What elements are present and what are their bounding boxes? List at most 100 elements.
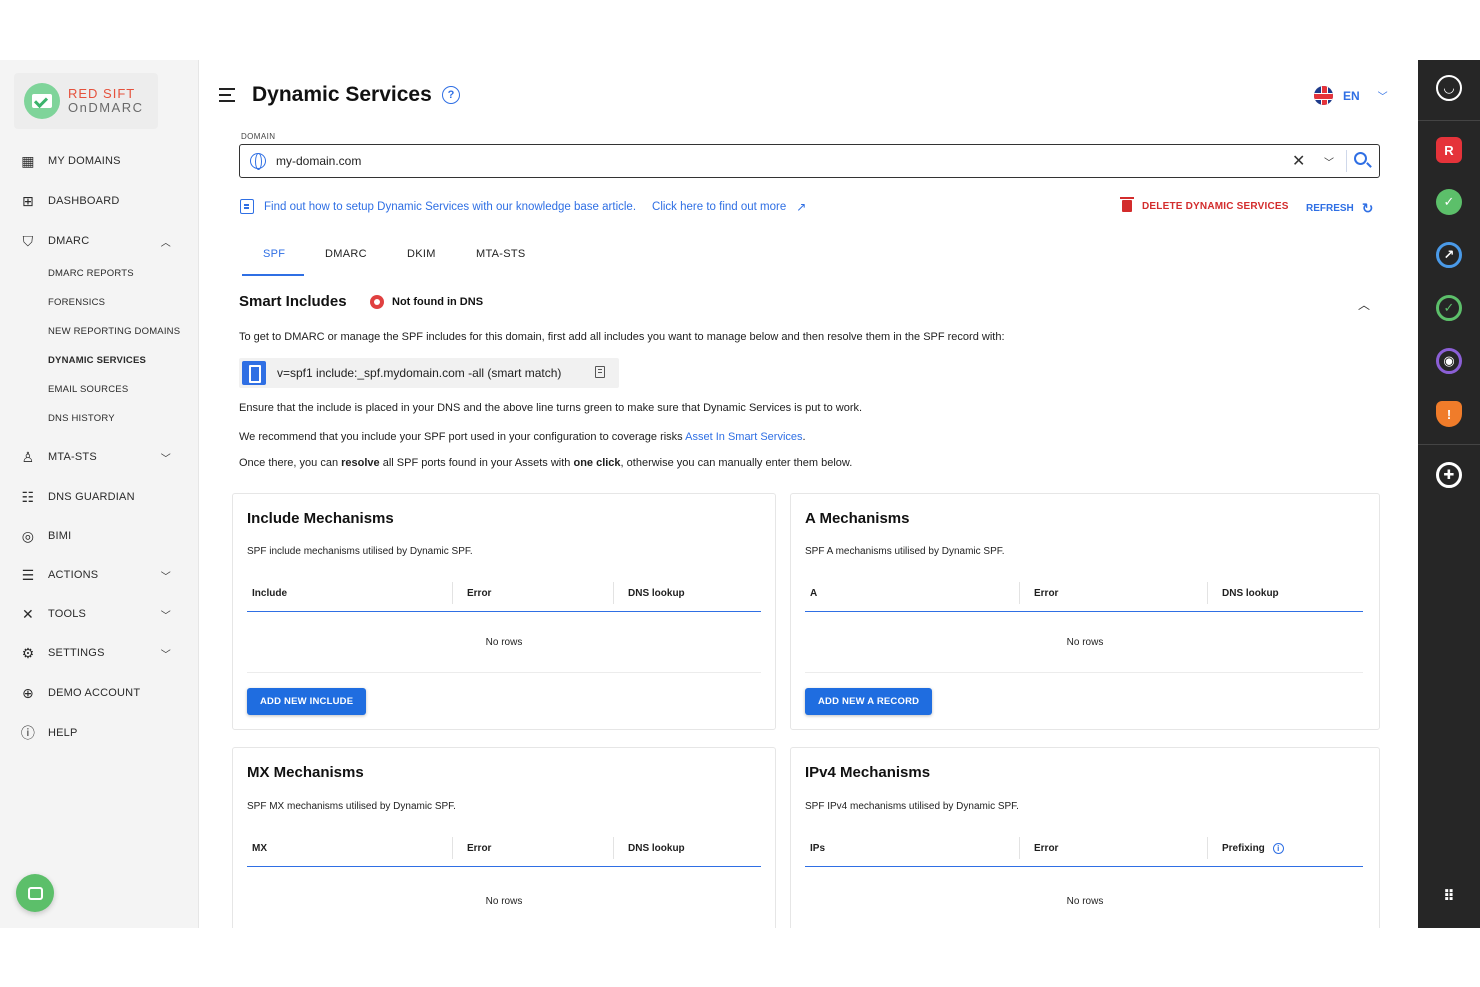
card-title: IPv4 Mechanisms [805,764,931,781]
column-header[interactable]: Error [1019,582,1058,604]
kb-article-link[interactable]: Find out how to setup Dynamic Services w… [264,201,636,213]
asm-icon[interactable]: ◉ [1436,348,1462,374]
chevron-down-icon[interactable]: ﹀ [161,568,171,583]
column-header[interactable]: Include [247,588,287,610]
logo[interactable]: RED SIFT OnDMARC [14,73,158,129]
column-header[interactable]: DNS lookup [1207,582,1279,604]
chat-icon [27,886,43,900]
column-header[interactable]: IPs [805,843,825,865]
record-icon [242,361,266,385]
sidebar-item-demo-account[interactable]: ⊕ DEMO ACCOUNT [18,681,183,705]
chevron-down-icon[interactable]: ﹀ [161,646,171,661]
ensure-text: Ensure that the include is placed in you… [239,402,863,414]
tab-dkim[interactable]: DKIM [407,248,436,260]
chevron-down-icon[interactable]: ﹀ [161,607,171,622]
sidebar-subitem-dmarc-reports[interactable]: DMARC REPORTS [48,268,134,279]
add-new-a-record-button[interactable]: ADD NEW A RECORD [805,688,933,715]
logo-line1: RED SIFT [68,86,136,101]
find-out-more-link[interactable]: Click here to find out more [652,201,786,213]
sidebar-item-help[interactable]: ⓘ HELP [18,721,183,745]
column-header[interactable]: Error [452,582,491,604]
search-icon[interactable] [1354,152,1367,165]
sidebar-item-mta-sts[interactable]: ♙ MTA-STS ﹀ [18,445,183,469]
domain-label: DOMAIN [241,132,276,141]
delete-dynamic-services-button[interactable]: DELETE DYNAMIC SERVICES [1120,197,1289,212]
page-title: Dynamic Services [252,83,432,106]
shield-orange-icon[interactable]: ! [1436,401,1462,427]
sidebar-subitem-new-reporting-domains[interactable]: NEW REPORTING DOMAINS [48,326,180,337]
asset-smart-services-link[interactable]: Asset In Smart Services [685,431,802,443]
sidebar-item-my-domains[interactable]: ▦ MY DOMAINS [18,149,183,173]
language-selector[interactable]: EN ﹀ [1314,86,1388,105]
column-header[interactable]: Error [452,837,491,859]
column-header[interactable]: DNS lookup [613,582,685,604]
sidebar-item-dashboard[interactable]: ⊞ DASHBOARD [18,189,183,213]
menu-toggle-icon[interactable] [219,87,239,103]
sidebar-item-dns-guardian[interactable]: ☷ DNS GUARDIAN [18,485,183,509]
chevron-up-icon[interactable]: ︿ [161,234,171,249]
brand-trust-icon[interactable]: ↗ [1436,242,1462,268]
sidebar-item-label: DMARC [48,235,90,247]
smart-intro-text: To get to DMARC or manage the SPF includ… [239,331,1005,343]
divider [1418,444,1480,445]
sidebar-item-actions[interactable]: ☰ ACTIONS ﹀ [18,563,183,587]
sidebar: RED SIFT OnDMARC ▦ MY DOMAINS ⊞ DASHBOAR… [0,60,199,928]
help-question-icon[interactable]: ? [442,86,460,104]
column-header[interactable]: A [805,588,817,610]
shield-icon: ⛉ [22,232,34,249]
external-link-icon[interactable]: ↗ [796,200,806,214]
tabs: SPF DMARC DKIM MTA-STS [242,240,642,276]
trash-icon [1120,197,1134,212]
support-icon[interactable]: ✚ [1436,462,1462,488]
main-content: Dynamic Services ? EN ﹀ DOMAIN my-domain… [200,60,1418,928]
uk-flag-icon [1314,86,1333,105]
demo-account-icon: ⊕ [22,684,34,701]
copy-icon[interactable] [595,366,605,378]
sidebar-item-label: MY DOMAINS [48,155,121,167]
domain-value[interactable]: my-domain.com [276,154,361,168]
logo-mark-icon [24,83,60,119]
empty-state: No rows [485,896,523,907]
chevron-down-icon[interactable]: ﹀ [161,450,171,465]
apps-grid-icon[interactable]: ⠿ [1436,883,1462,909]
domain-select[interactable]: my-domain.com ✕ ﹀ [239,144,1380,178]
clear-icon[interactable]: ✕ [1292,151,1305,171]
sidebar-item-settings[interactable]: ⚙ SETTINGS ﹀ [18,641,183,665]
divider [805,672,1363,673]
column-header-prefixing[interactable]: Prefixing i [1207,837,1284,859]
column-header[interactable]: DNS lookup [613,837,685,859]
tab-spf[interactable]: SPF [263,248,285,260]
refresh-button[interactable]: REFRESH ↻ [1306,200,1374,217]
info-icon[interactable]: i [1272,843,1284,854]
sidebar-subitem-forensics[interactable]: FORENSICS [48,297,105,308]
sidebar-item-bimi[interactable]: ◎ BIMI [18,524,183,548]
redsift-icon[interactable]: R [1436,137,1462,163]
bimi-icon: ◎ [21,527,35,544]
add-new-include-button[interactable]: ADD NEW INCLUDE [247,688,367,715]
certificates-icon[interactable]: ✓ [1436,295,1462,321]
account-icon[interactable]: ◡ [1436,75,1462,101]
status-text: Not found in DNS [392,296,484,308]
tab-dmarc[interactable]: DMARC [325,248,367,260]
chevron-down-icon[interactable]: ﹀ [1324,154,1334,169]
card-description: SPF MX mechanisms utilised by Dynamic SP… [247,801,456,812]
sidebar-subitem-dns-history[interactable]: DNS HISTORY [48,413,115,424]
ondmarc-icon[interactable]: ✓ [1436,189,1462,215]
sidebar-subitem-email-sources[interactable]: EMAIL SOURCES [48,384,128,395]
sidebar-item-dmarc[interactable]: ⛉ DMARC ︿ [18,229,183,253]
sidebar-subitem-dynamic-services[interactable]: DYNAMIC SERVICES [48,355,146,366]
column-header[interactable]: Error [1019,837,1058,859]
recommend-text: We recommend that you include your SPF p… [239,431,806,443]
sidebar-item-tools[interactable]: ✕ TOOLS ﹀ [18,602,183,626]
sidebar-item-label: TOOLS [48,608,87,620]
chat-launcher-button[interactable] [16,874,54,912]
column-header[interactable]: MX [247,843,267,865]
smart-includes-title: Smart Includes [239,293,347,310]
collapse-chevron-up-icon[interactable]: ︿ [1358,296,1370,313]
divider [247,672,761,673]
card-title: Include Mechanisms [247,510,394,527]
tab-mta-sts[interactable]: MTA-STS [476,248,526,260]
a-mechanisms-card: A Mechanisms SPF A mechanisms utilised b… [790,493,1380,730]
table-header: IPs Error Prefixing i [805,833,1363,867]
table-header: Include Error DNS lookup [247,578,761,612]
